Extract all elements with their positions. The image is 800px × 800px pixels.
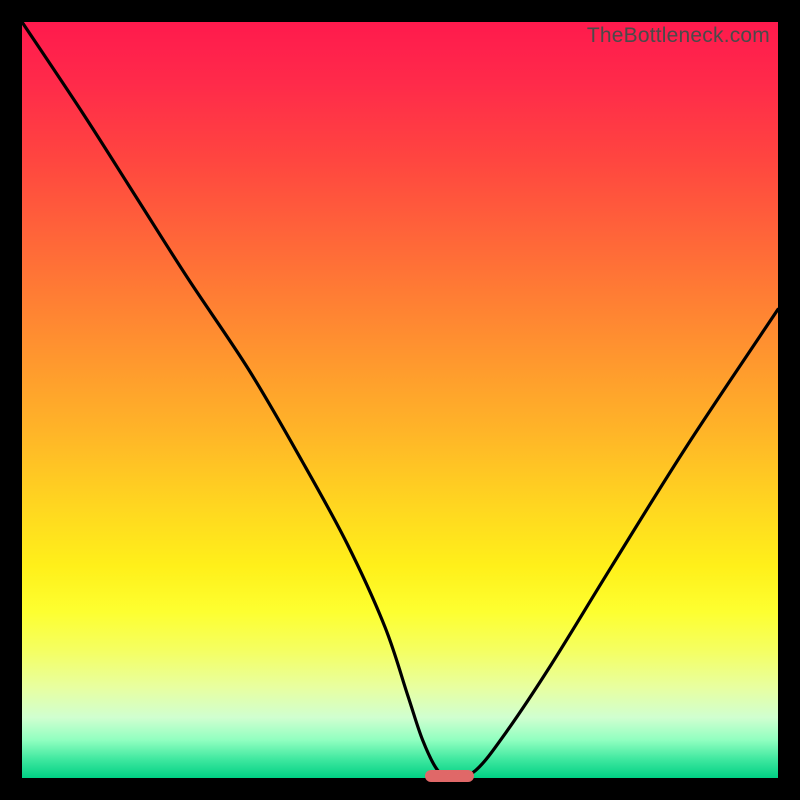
plot-area: TheBottleneck.com: [22, 22, 778, 778]
chart-frame: TheBottleneck.com: [0, 0, 800, 800]
watermark-text: TheBottleneck.com: [587, 24, 770, 48]
bottleneck-curve: [22, 22, 778, 778]
optimal-point-marker: [425, 770, 474, 782]
